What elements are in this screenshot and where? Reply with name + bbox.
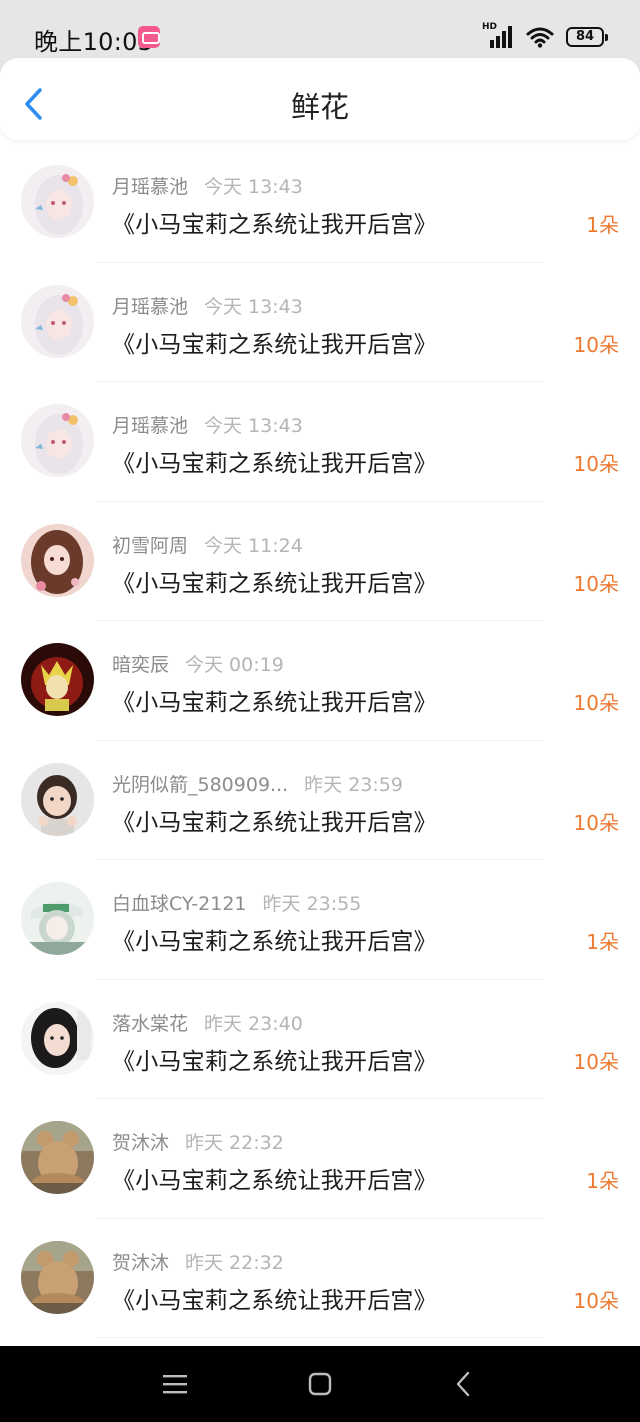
record-meta: 暗奕辰 今天 00:19 (112, 650, 284, 677)
record-meta: 光阴似箭_580909... 昨天 23:59 (112, 770, 403, 797)
record-meta: 贺沐沐 昨天 22:32 (112, 1128, 284, 1155)
flower-record-row[interactable]: 初雪阿周 今天 11:24 《小马宝莉之系统让我开后宫》 10朵 (0, 502, 640, 621)
flower-count: 1朵 (586, 930, 619, 954)
record-meta: 初雪阿周 今天 11:24 (112, 531, 303, 558)
book-title[interactable]: 《小马宝莉之系统让我开后宫》 (112, 1042, 437, 1076)
flower-count: 10朵 (573, 691, 619, 715)
record-meta: 贺沐沐 昨天 22:32 (112, 1248, 284, 1275)
flower-count: 10朵 (573, 332, 619, 357)
flower-count: 1朵 (586, 213, 619, 237)
user-name[interactable]: 光阴似箭_580909... (112, 774, 288, 796)
flower-record-row[interactable]: 落水棠花 昨天 23:40 《小马宝莉之系统让我开后宫》 10朵 (0, 980, 640, 1099)
book-title[interactable]: 《小马宝莉之系统让我开后宫》 (112, 444, 437, 478)
user-name[interactable]: 月瑶慕池 (112, 415, 188, 437)
wifi-icon (526, 26, 554, 48)
record-time: 今天 13:43 (204, 176, 303, 198)
flower-count: 1朵 (586, 1169, 619, 1193)
menu-icon[interactable] (159, 1368, 191, 1400)
record-meta: 月瑶慕池 今天 13:43 (112, 172, 303, 199)
record-time: 今天 00:19 (185, 654, 284, 676)
avatar[interactable] (21, 1240, 94, 1314)
status-icons: HD 84 (482, 22, 608, 50)
battery-level: 84 (575, 29, 595, 44)
user-name[interactable]: 初雪阿周 (112, 535, 188, 557)
flower-record-row[interactable]: 光阴似箭_580909... 昨天 23:59 《小马宝莉之系统让我开后宫》 10… (0, 741, 640, 860)
flower-record-row[interactable]: 月瑶慕池 今天 13:43 《小马宝莉之系统让我开后宫》 10朵 (0, 263, 640, 382)
record-time: 昨天 22:32 (185, 1251, 284, 1274)
screen: 晚上10:03 HD 84 鲜花 月瑶慕池 今天 13:43 《小马宝莉之系统让… (0, 0, 640, 1422)
record-time: 昨天 23:55 (262, 893, 362, 915)
book-title[interactable]: 《小马宝莉之系统让我开后宫》 (112, 1281, 437, 1315)
flower-record-row[interactable]: 月瑶慕池 今天 13:43 《小马宝莉之系统让我开后宫》 10朵 (0, 382, 640, 502)
flower-record-list: 月瑶慕池 今天 13:43 《小马宝莉之系统让我开后宫》 1朵 月瑶慕池 今天 13… (0, 143, 640, 1338)
flower-count: 10朵 (573, 810, 619, 835)
book-title[interactable]: 《小马宝莉之系统让我开后宫》 (112, 325, 437, 359)
flower-count: 10朵 (573, 452, 619, 476)
flower-record-row[interactable]: 贺沐沐 昨天 22:32 《小马宝莉之系统让我开后宫》 1朵 (0, 1099, 640, 1219)
signal-icon: HD (482, 22, 514, 48)
book-title[interactable]: 《小马宝莉之系统让我开后宫》 (112, 205, 437, 239)
avatar[interactable] (21, 165, 94, 238)
record-time: 今天 13:43 (204, 295, 303, 318)
record-time: 昨天 22:32 (185, 1132, 284, 1154)
record-meta: 落水棠花 昨天 23:40 (112, 1009, 303, 1036)
avatar[interactable] (21, 404, 94, 477)
system-nav-bar (0, 1346, 640, 1422)
user-name[interactable]: 暗奕辰 (112, 654, 169, 676)
record-meta: 白血球CY-2121 昨天 23:55 (112, 889, 361, 916)
avatar[interactable] (21, 1001, 94, 1075)
divider (96, 1337, 544, 1338)
book-title[interactable]: 《小马宝莉之系统让我开后宫》 (112, 803, 437, 837)
user-name[interactable]: 白血球CY-2121 (112, 893, 247, 915)
status-time: 晚上10:03 (34, 28, 154, 56)
book-title[interactable]: 《小马宝莉之系统让我开后宫》 (112, 683, 437, 717)
flower-record-row[interactable]: 月瑶慕池 今天 13:43 《小马宝莉之系统让我开后宫》 1朵 (0, 143, 640, 263)
avatar[interactable] (21, 643, 94, 716)
network-label: HD (482, 22, 498, 32)
flower-record-row[interactable]: 白血球CY-2121 昨天 23:55 《小马宝莉之系统让我开后宫》 1朵 (0, 860, 640, 980)
record-time: 今天 13:43 (204, 415, 303, 437)
page-title: 鲜花 (290, 90, 349, 124)
user-name[interactable]: 落水棠花 (112, 1013, 188, 1035)
user-name[interactable]: 月瑶慕池 (112, 296, 188, 318)
user-name[interactable]: 贺沐沐 (112, 1252, 169, 1274)
book-title[interactable]: 《小马宝莉之系统让我开后宫》 (112, 1161, 437, 1195)
flower-count: 10朵 (573, 1049, 619, 1074)
record-time: 昨天 23:40 (204, 1012, 303, 1035)
avatar[interactable] (21, 882, 94, 955)
header: 鲜花 (0, 58, 640, 140)
record-meta: 月瑶慕池 今天 13:43 (112, 411, 303, 438)
battery-icon: 84 (566, 27, 608, 47)
book-title[interactable]: 《小马宝莉之系统让我开后宫》 (112, 564, 437, 598)
user-name[interactable]: 贺沐沐 (112, 1132, 169, 1154)
app-badge-icon (138, 26, 160, 48)
flower-count: 10朵 (573, 1288, 619, 1313)
book-title[interactable]: 《小马宝莉之系统让我开后宫》 (112, 922, 437, 956)
user-name[interactable]: 月瑶慕池 (112, 176, 188, 198)
flower-record-row[interactable]: 暗奕辰 今天 00:19 《小马宝莉之系统让我开后宫》 10朵 (0, 621, 640, 741)
back-icon[interactable] (448, 1368, 480, 1400)
record-meta: 月瑶慕池 今天 13:43 (112, 292, 303, 319)
flower-record-row[interactable]: 贺沐沐 昨天 22:32 《小马宝莉之系统让我开后宫》 10朵 (0, 1219, 640, 1338)
flower-count: 10朵 (573, 571, 619, 596)
avatar[interactable] (21, 284, 94, 358)
record-time: 今天 11:24 (204, 534, 303, 557)
avatar[interactable] (21, 762, 94, 836)
avatar[interactable] (21, 1121, 94, 1194)
home-icon[interactable] (304, 1368, 336, 1400)
record-time: 昨天 23:59 (304, 773, 403, 796)
avatar[interactable] (21, 523, 94, 597)
